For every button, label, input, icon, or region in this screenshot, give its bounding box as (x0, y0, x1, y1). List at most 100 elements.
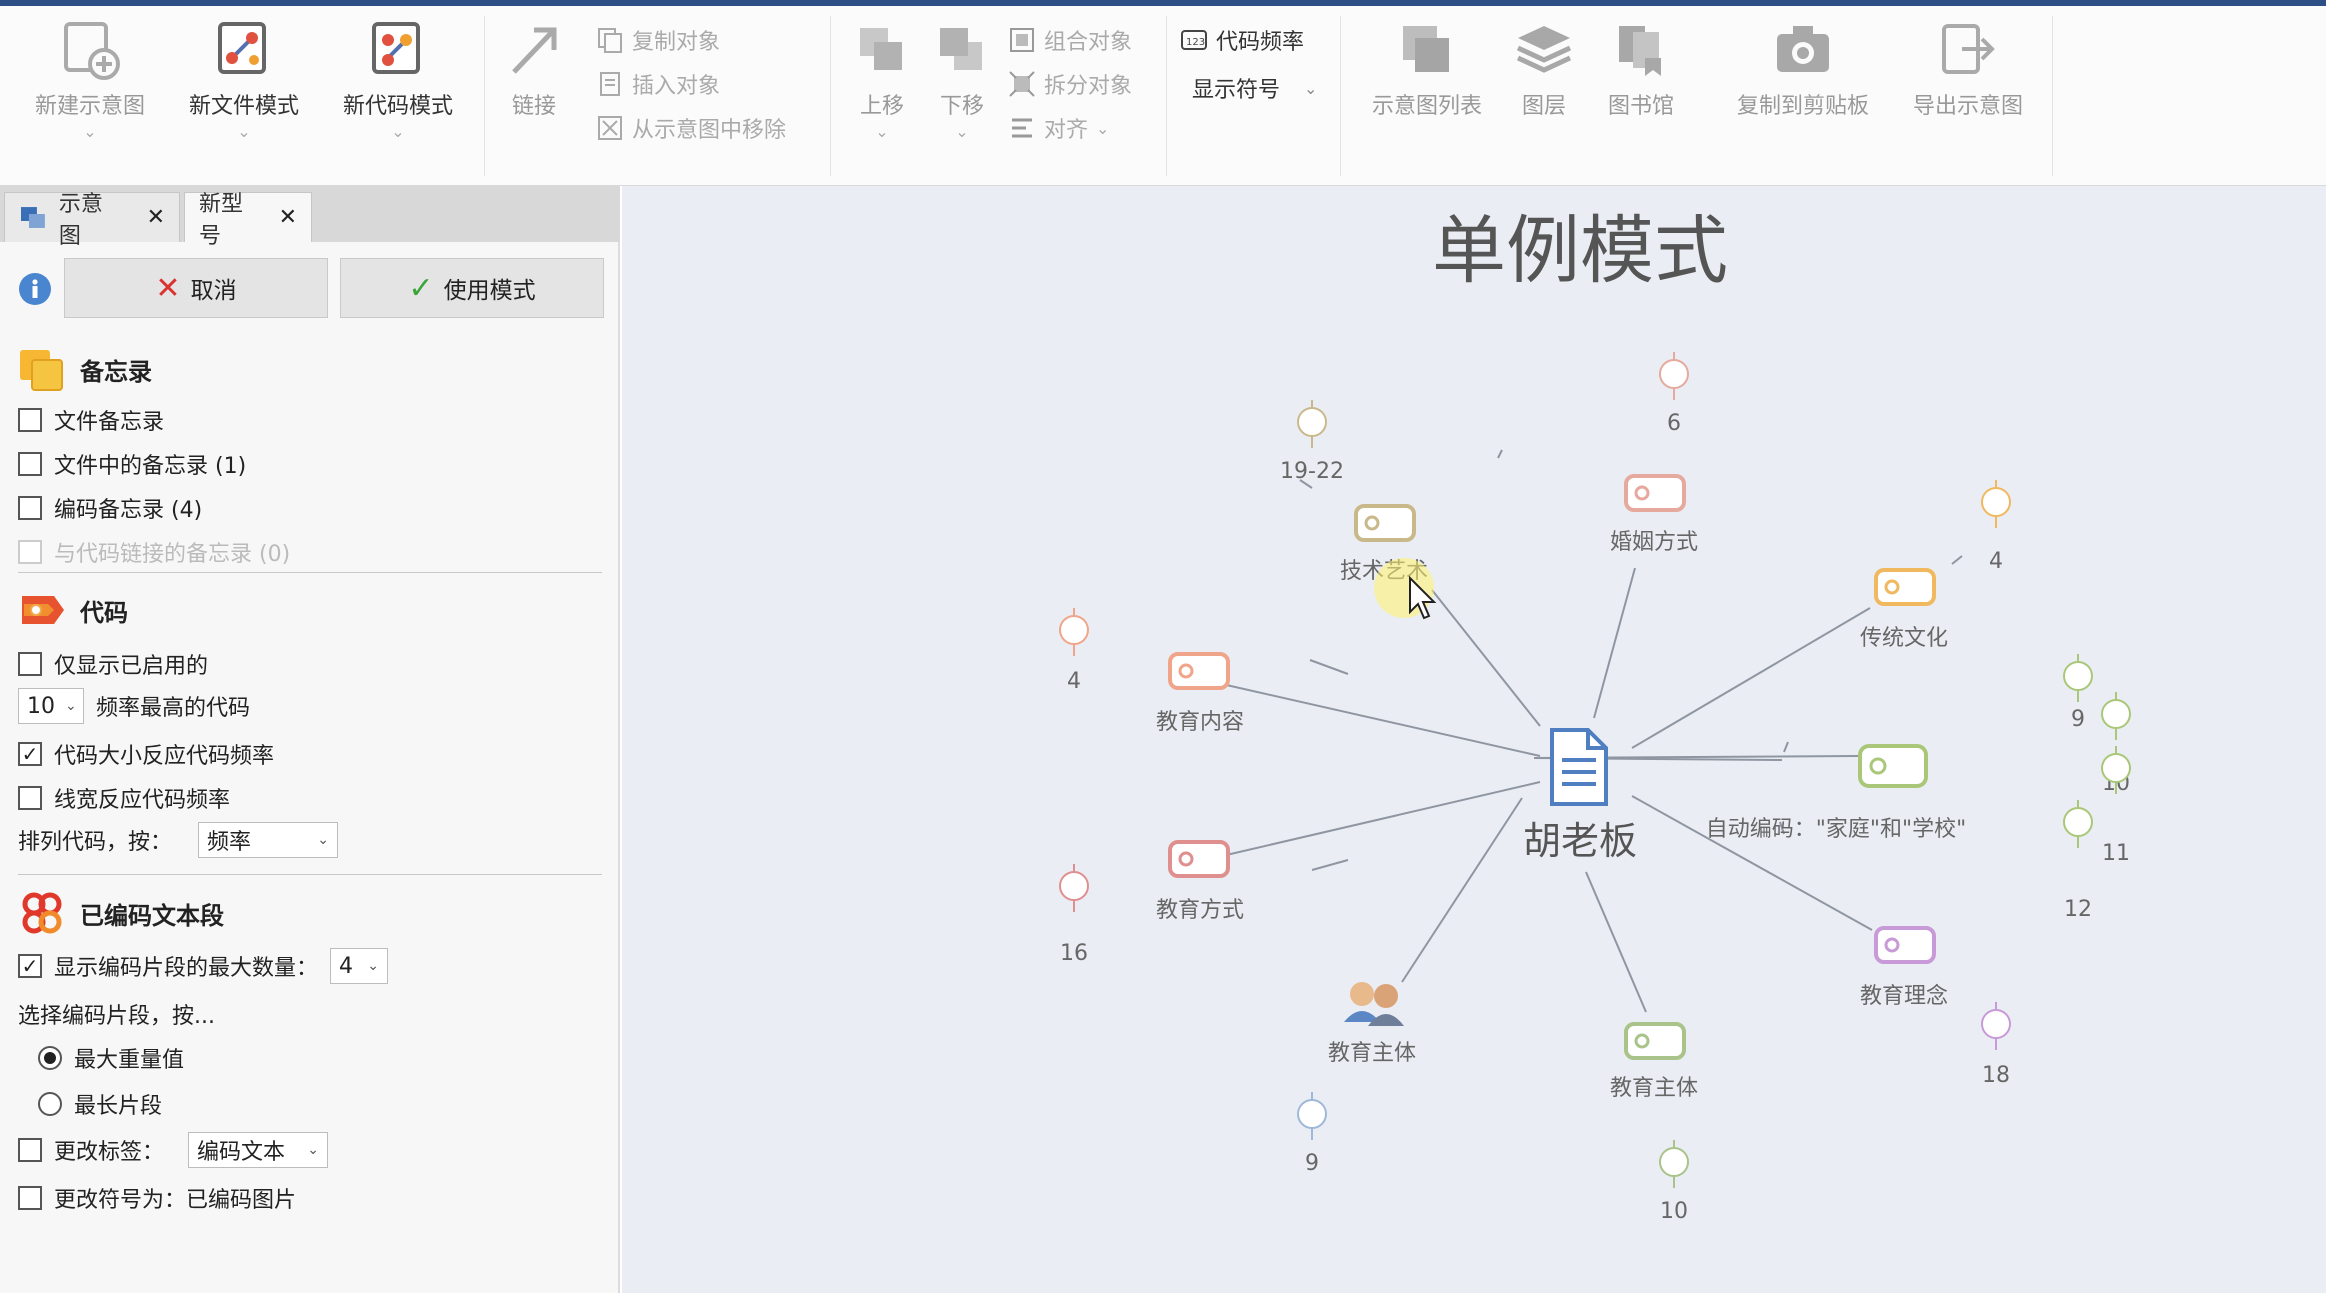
pin-head (2101, 699, 2131, 729)
new-doc-mode-button[interactable]: 新文件模式 ⌄ (176, 18, 312, 141)
count-pin[interactable]: 4 (1059, 608, 1089, 694)
change-symbol-checkbox[interactable]: 更改符号为：已编码图片 (18, 1182, 296, 1214)
memo-code-checkbox[interactable]: 编码备忘录 (4) (18, 492, 202, 524)
diagram-list-icon (1403, 26, 1449, 72)
center-document-node[interactable]: 胡老板 (1523, 728, 1637, 863)
count-pin[interactable]: 11 (2101, 746, 2131, 866)
pin-head (2063, 807, 2093, 837)
copy-clipboard-button[interactable]: 复制到剪贴板 (1720, 18, 1886, 120)
count-pin[interactable]: 6 (1659, 352, 1689, 436)
chevron-down-icon[interactable]: ⌄ (330, 122, 466, 141)
align-button[interactable]: 对齐 ⌄ (1008, 112, 1109, 144)
split-object-button[interactable]: 拆分对象 (1008, 68, 1132, 100)
document-icon (1550, 728, 1608, 806)
move-down-button[interactable]: 下移 ⌄ (926, 18, 998, 141)
count-pin[interactable]: 12 (2063, 800, 2093, 922)
memo-doc-checkbox[interactable]: 文件备忘录 (18, 404, 164, 436)
max-segments-select[interactable]: 4 ⌄ (330, 948, 389, 984)
code-node-label: 教育理念 (1860, 984, 1948, 1009)
count-pin[interactable]: 9 (1297, 1092, 1327, 1176)
pin-count-label: 11 (2102, 841, 2130, 866)
diagram-canvas[interactable]: 单例模式 胡老板 婚姻方式 传统文化 教育内容 自动编码："家庭"和"学校" 教… (622, 186, 2326, 1293)
close-icon[interactable]: ✕ (279, 205, 297, 230)
change-label-row: 更改标签： 编码文本 ⌄ (18, 1132, 329, 1168)
diagram-list-button[interactable]: 示意图列表 (1362, 18, 1492, 120)
count-pin[interactable]: 9 (2063, 654, 2093, 732)
select-by-label: 选择编码片段，按... (18, 998, 215, 1030)
pin-head (1981, 1009, 2011, 1039)
checkbox[interactable]: ✓ (18, 742, 42, 766)
count-pin[interactable]: 16 (1059, 864, 1089, 966)
chevron-down-icon[interactable]: ⌄ (22, 122, 158, 141)
show-symbol-dropdown[interactable]: 显示符号 ⌄ (1192, 72, 1317, 104)
chevron-down-icon[interactable]: ⌄ (926, 122, 998, 141)
chevron-down-icon[interactable]: ⌄ (1096, 119, 1109, 138)
code-node-marriage[interactable]: 婚姻方式 (1610, 474, 1698, 555)
new-code-mode-button[interactable]: 新代码模式 ⌄ (330, 18, 466, 141)
pin-leader-line (1783, 741, 1789, 753)
chevron-down-icon: ⌄ (65, 698, 77, 714)
code-node-edu-subject[interactable]: 教育主体 (1610, 1022, 1698, 1101)
count-pin[interactable]: 19-22 (1280, 400, 1344, 484)
code-node-edu-subject-people[interactable]: 教育主体 (1328, 982, 1416, 1066)
new-code-mode-label: 新代码模式 (342, 94, 453, 119)
radio[interactable] (38, 1092, 62, 1116)
radio[interactable] (38, 1046, 62, 1070)
checkbox[interactable] (18, 496, 42, 520)
radio-max-weight[interactable]: 最大重量值 (38, 1042, 184, 1074)
sort-select[interactable]: 频率 ⌄ (198, 822, 339, 858)
memo-in-doc-checkbox[interactable]: 文件中的备忘录 (1) (18, 448, 246, 480)
checkbox[interactable] (18, 452, 42, 476)
code-node-edu-concept[interactable]: 教育理念 (1860, 926, 1948, 1009)
insert-object-label: 插入对象 (632, 74, 721, 99)
close-icon[interactable]: ✕ (147, 205, 165, 230)
chevron-down-icon[interactable]: ⌄ (846, 122, 918, 141)
insert-object-button[interactable]: 插入对象 (596, 68, 720, 100)
ribbon-separator (484, 16, 485, 176)
checkbox[interactable] (18, 408, 42, 432)
group-object-button[interactable]: 组合对象 (1008, 24, 1132, 56)
checkbox[interactable] (18, 786, 42, 810)
chevron-down-icon[interactable]: ⌄ (1304, 79, 1317, 98)
remove-from-diagram-button[interactable]: 从示意图中移除 (596, 112, 786, 144)
new-diagram-button[interactable]: 新建示意图 ⌄ (22, 18, 158, 141)
code-node-tradition[interactable]: 传统文化 (1860, 568, 1948, 651)
size-reflects-checkbox[interactable]: ✓ 代码大小反应代码频率 (18, 738, 274, 770)
export-diagram-button[interactable]: 导出示意图 (1900, 18, 2036, 120)
count-pin[interactable]: 4 (1981, 480, 2011, 574)
cancel-button[interactable]: ✕ 取消 (64, 258, 328, 318)
only-enabled-checkbox[interactable]: 仅显示已启用的 (18, 648, 208, 680)
pin-count-label: 6 (1667, 411, 1681, 436)
checkbox[interactable] (18, 652, 42, 676)
layers-button[interactable]: 图层 (1506, 18, 1582, 120)
checkbox[interactable] (18, 1138, 42, 1162)
link-button[interactable]: 链接 (498, 18, 570, 120)
show-max-row: ✓ 显示编码片段的最大数量： 4 ⌄ (18, 948, 389, 984)
code-frequency-label: 代码频率 (1216, 30, 1305, 55)
chevron-down-icon[interactable]: ⌄ (176, 122, 312, 141)
copy-object-button[interactable]: 复制对象 (596, 24, 720, 56)
tab-diagram[interactable]: 示意图 ✕ (4, 192, 180, 249)
code-node-label: 自动编码："家庭"和"学校" (1706, 817, 1966, 842)
checkbox[interactable] (18, 1186, 42, 1210)
info-icon[interactable] (18, 272, 52, 306)
count-pin[interactable]: 10 (1659, 1140, 1689, 1224)
top-count-select[interactable]: 10 ⌄ (18, 688, 84, 724)
width-reflects-checkbox[interactable]: 线宽反应代码频率 (18, 782, 230, 814)
move-up-button[interactable]: 上移 ⌄ (846, 18, 918, 141)
copy-object-label: 复制对象 (632, 30, 721, 55)
chevron-down-icon: ⌄ (367, 958, 380, 974)
show-symbol-label: 显示符号 (1192, 78, 1281, 103)
code-node-edu-content[interactable]: 教育内容 (1156, 652, 1244, 735)
code-frequency-toggle[interactable]: 123 代码频率 (1180, 24, 1304, 56)
radio-longest[interactable]: 最长片段 (38, 1088, 162, 1120)
copy-icon (598, 28, 622, 53)
tab-new-model[interactable]: 新型号 ✕ (184, 192, 312, 249)
code-icon (22, 596, 64, 624)
change-label-select[interactable]: 编码文本 ⌄ (188, 1132, 329, 1168)
library-button[interactable]: 图书馆 (1596, 18, 1686, 120)
count-pin[interactable]: 18 (1981, 1002, 2011, 1088)
checkbox[interactable]: ✓ (18, 954, 42, 978)
use-mode-button[interactable]: ✓ 使用模式 (340, 258, 604, 318)
segments-title-text: 已编码文本段 (80, 901, 224, 930)
